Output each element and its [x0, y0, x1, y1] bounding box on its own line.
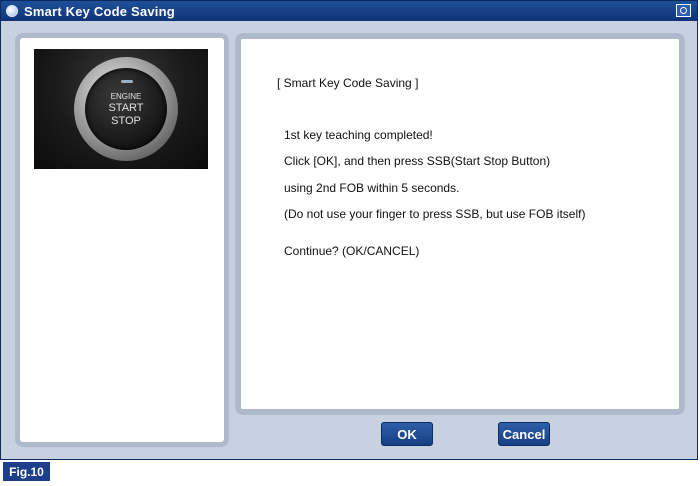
- figure-label: Fig.10: [3, 462, 50, 481]
- start-stop-button-photo: ENGINE START STOP: [34, 49, 208, 169]
- stop-text: STOP: [111, 115, 141, 127]
- message-line: using 2nd FOB within 5 seconds.: [284, 181, 460, 195]
- message-line: Click [OK], and then press SSB(Start Sto…: [284, 154, 551, 168]
- dialog-window: Smart Key Code Saving ENGINE START STOP …: [0, 0, 698, 460]
- ok-button[interactable]: OK: [381, 422, 433, 446]
- message-panel: [ Smart Key Code Saving ] 1st key teachi…: [235, 33, 685, 415]
- indicator-led: [121, 80, 133, 83]
- button-ring: ENGINE START STOP: [74, 57, 178, 161]
- engine-text: ENGINE: [110, 92, 142, 101]
- message-line: 1st key teaching completed!: [284, 128, 433, 142]
- image-panel: ENGINE START STOP: [15, 33, 229, 447]
- message-line: (Do not use your finger to press SSB, bu…: [284, 207, 586, 221]
- start-stop-button-face: ENGINE START STOP: [85, 68, 167, 150]
- start-text: START: [108, 102, 144, 114]
- window-title: Smart Key Code Saving: [24, 3, 175, 19]
- cancel-button[interactable]: Cancel: [498, 422, 550, 446]
- message-heading: [ Smart Key Code Saving ]: [277, 76, 419, 90]
- app-icon: [6, 5, 18, 17]
- restore-icon: [680, 7, 687, 14]
- continue-prompt: Continue? (OK/CANCEL): [284, 244, 420, 258]
- title-bar[interactable]: Smart Key Code Saving: [1, 1, 697, 21]
- restore-window-button[interactable]: [676, 4, 691, 17]
